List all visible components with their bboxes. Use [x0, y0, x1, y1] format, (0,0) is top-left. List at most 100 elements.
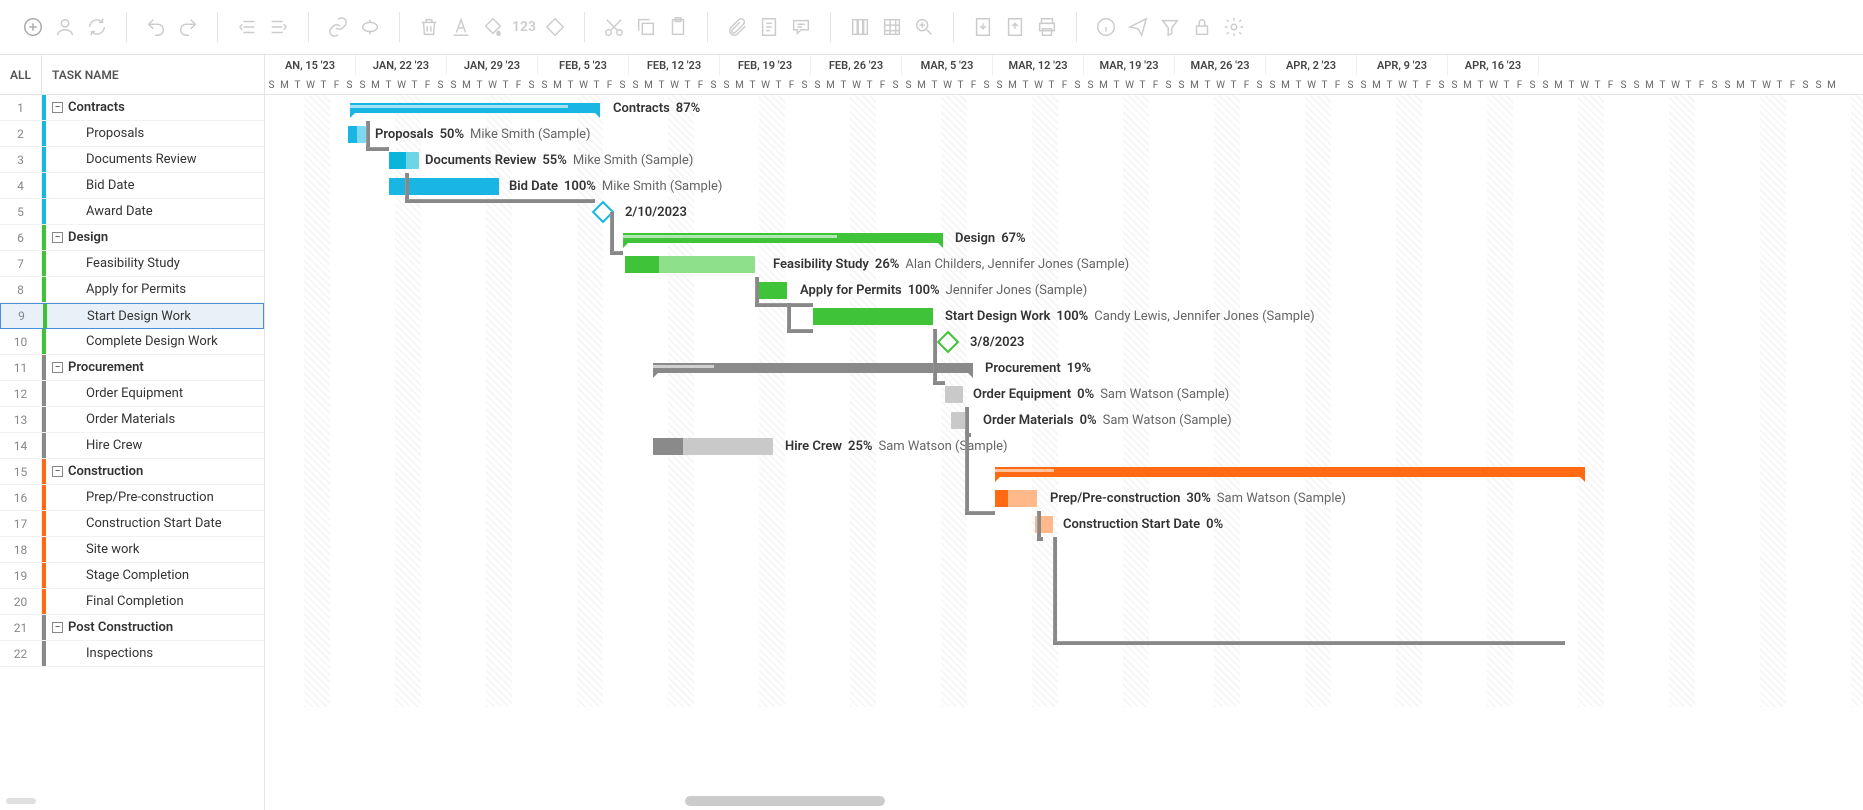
copy-icon[interactable]	[633, 14, 659, 40]
task-name-cell[interactable]: Award Date	[46, 204, 264, 219]
task-row[interactable]: 4Bid Date	[0, 173, 264, 199]
milestone-marker[interactable]	[592, 201, 615, 224]
task-name-cell[interactable]: −Contracts	[46, 100, 264, 115]
summary-bar[interactable]	[623, 233, 943, 243]
task-bar[interactable]	[653, 438, 773, 455]
task-name-cell[interactable]: Construction Start Date	[46, 516, 264, 531]
task-name-cell[interactable]: Prep/Pre-construction	[46, 490, 264, 505]
redo-icon[interactable]	[175, 14, 201, 40]
task-row[interactable]: 8Apply for Permits	[0, 277, 264, 303]
task-name-cell[interactable]: Documents Review	[46, 152, 264, 167]
text-color-icon[interactable]	[448, 14, 474, 40]
task-name-cell[interactable]: Proposals	[46, 126, 264, 141]
task-name-cell[interactable]: −Design	[46, 230, 264, 245]
task-row[interactable]: 10Complete Design Work	[0, 329, 264, 355]
task-row[interactable]: 2Proposals	[0, 121, 264, 147]
collapse-icon[interactable]: −	[52, 232, 63, 243]
task-row[interactable]: 20Final Completion	[0, 589, 264, 615]
import-icon[interactable]	[970, 14, 996, 40]
zoom-icon[interactable]	[911, 14, 937, 40]
user-icon[interactable]	[52, 14, 78, 40]
outdent-icon[interactable]	[234, 14, 260, 40]
task-name-cell[interactable]: −Construction	[46, 464, 264, 479]
cut-icon[interactable]	[601, 14, 627, 40]
task-name-cell[interactable]: Feasibility Study	[46, 256, 264, 271]
task-row[interactable]: 12Order Equipment	[0, 381, 264, 407]
print-icon[interactable]	[1034, 14, 1060, 40]
task-bar[interactable]	[945, 386, 963, 403]
task-row[interactable]: 19Stage Completion	[0, 563, 264, 589]
task-row[interactable]: 18Site work	[0, 537, 264, 563]
lock-icon[interactable]	[1189, 14, 1215, 40]
link-icon[interactable]	[325, 14, 351, 40]
paste-icon[interactable]	[665, 14, 691, 40]
fill-icon[interactable]	[480, 14, 506, 40]
task-row[interactable]: 5Award Date	[0, 199, 264, 225]
collapse-icon[interactable]: −	[52, 466, 63, 477]
gear-icon[interactable]	[1221, 14, 1247, 40]
collapse-icon[interactable]: −	[52, 102, 63, 113]
task-row[interactable]: 22Inspections	[0, 641, 264, 667]
task-row[interactable]: 15−Construction	[0, 459, 264, 485]
task-bar[interactable]	[951, 412, 969, 429]
task-row[interactable]: 9Start Design Work	[0, 303, 264, 329]
task-name-cell[interactable]: Complete Design Work	[46, 334, 264, 349]
task-row[interactable]: 16Prep/Pre-construction	[0, 485, 264, 511]
trash-icon[interactable]	[416, 14, 442, 40]
task-name-cell[interactable]: Site work	[46, 542, 264, 557]
comment-icon[interactable]	[788, 14, 814, 40]
task-bar[interactable]	[348, 126, 366, 143]
task-name-cell[interactable]: Start Design Work	[47, 309, 263, 324]
columns-icon[interactable]	[847, 14, 873, 40]
left-scrollbar[interactable]	[6, 798, 36, 804]
task-bar[interactable]	[995, 490, 1037, 507]
task-bar[interactable]	[813, 308, 933, 325]
task-name-cell[interactable]: −Post Construction	[46, 620, 264, 635]
add-icon[interactable]	[20, 14, 46, 40]
task-name-cell[interactable]: Bid Date	[46, 178, 264, 193]
summary-bar[interactable]	[995, 467, 1585, 477]
task-row[interactable]: 6−Design	[0, 225, 264, 251]
task-row[interactable]: 14Hire Crew	[0, 433, 264, 459]
filter-icon[interactable]	[1157, 14, 1183, 40]
collapse-icon[interactable]: −	[52, 362, 63, 373]
task-name-cell[interactable]: Hire Crew	[46, 438, 264, 453]
undo-icon[interactable]	[143, 14, 169, 40]
send-icon[interactable]	[1125, 14, 1151, 40]
task-row[interactable]: 1−Contracts	[0, 95, 264, 121]
indent-icon[interactable]	[266, 14, 292, 40]
task-name-cell[interactable]: −Procurement	[46, 360, 264, 375]
task-row[interactable]: 3Documents Review	[0, 147, 264, 173]
task-name-cell[interactable]: Order Equipment	[46, 386, 264, 401]
summary-bar[interactable]	[653, 363, 973, 373]
summary-bar[interactable]	[350, 103, 600, 113]
task-row[interactable]: 11−Procurement	[0, 355, 264, 381]
task-bar[interactable]	[389, 178, 499, 195]
collapse-icon[interactable]: −	[52, 622, 63, 633]
shape-icon[interactable]	[542, 14, 568, 40]
export-icon[interactable]	[1002, 14, 1028, 40]
task-name-cell[interactable]: Inspections	[46, 646, 264, 661]
task-row[interactable]: 13Order Materials	[0, 407, 264, 433]
task-bar[interactable]	[1035, 516, 1053, 533]
task-name-cell[interactable]: Apply for Permits	[46, 282, 264, 297]
task-name-cell[interactable]: Final Completion	[46, 594, 264, 609]
task-name-cell[interactable]: Order Materials	[46, 412, 264, 427]
milestone-marker[interactable]	[937, 331, 960, 354]
task-row[interactable]: 17Construction Start Date	[0, 511, 264, 537]
note-icon[interactable]	[756, 14, 782, 40]
task-bar[interactable]	[757, 282, 787, 299]
grid-icon[interactable]	[879, 14, 905, 40]
unlink-icon[interactable]	[357, 14, 383, 40]
attach-icon[interactable]	[724, 14, 750, 40]
all-column-header[interactable]: ALL	[0, 55, 42, 94]
task-name-cell[interactable]: Stage Completion	[46, 568, 264, 583]
horizontal-scrollbar[interactable]	[685, 796, 885, 806]
task-bar[interactable]	[389, 152, 419, 169]
sync-icon[interactable]	[84, 14, 110, 40]
task-row[interactable]: 7Feasibility Study	[0, 251, 264, 277]
task-row[interactable]: 21−Post Construction	[0, 615, 264, 641]
info-icon[interactable]	[1093, 14, 1119, 40]
task-bar[interactable]	[625, 256, 755, 273]
task-name-column-header[interactable]: TASK NAME	[42, 55, 264, 94]
